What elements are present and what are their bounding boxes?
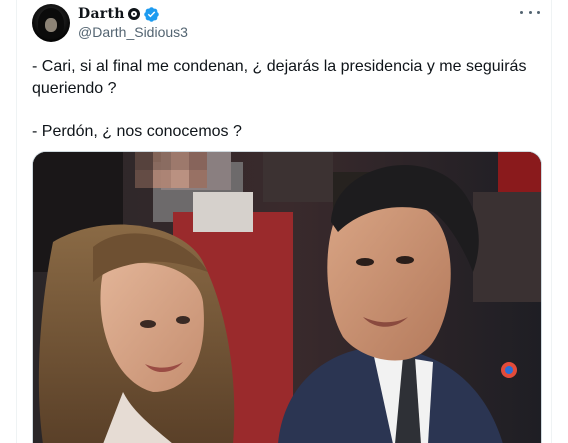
tweet-text: - Cari, si al final me condenan, ¿ dejar… (32, 56, 542, 143)
tweet-photo[interactable] (32, 151, 542, 443)
verified-badge-icon (143, 6, 159, 22)
more-options-icon[interactable] (520, 4, 540, 20)
author-display-name[interactable]: Darth (78, 6, 125, 22)
tweet-line-2: - Perdón, ¿ nos conocemos ? (32, 123, 242, 140)
author-handle[interactable]: @Darth_Sidious3 (78, 24, 188, 40)
emblem-badge-icon (127, 8, 140, 20)
face-shape (45, 18, 57, 32)
author-name-row: Darth (78, 5, 160, 23)
author-avatar[interactable] (32, 4, 70, 42)
tweet-line-1: - Cari, si al final me condenan, ¿ dejar… (32, 58, 527, 97)
photo-couple-illustration (33, 152, 541, 443)
